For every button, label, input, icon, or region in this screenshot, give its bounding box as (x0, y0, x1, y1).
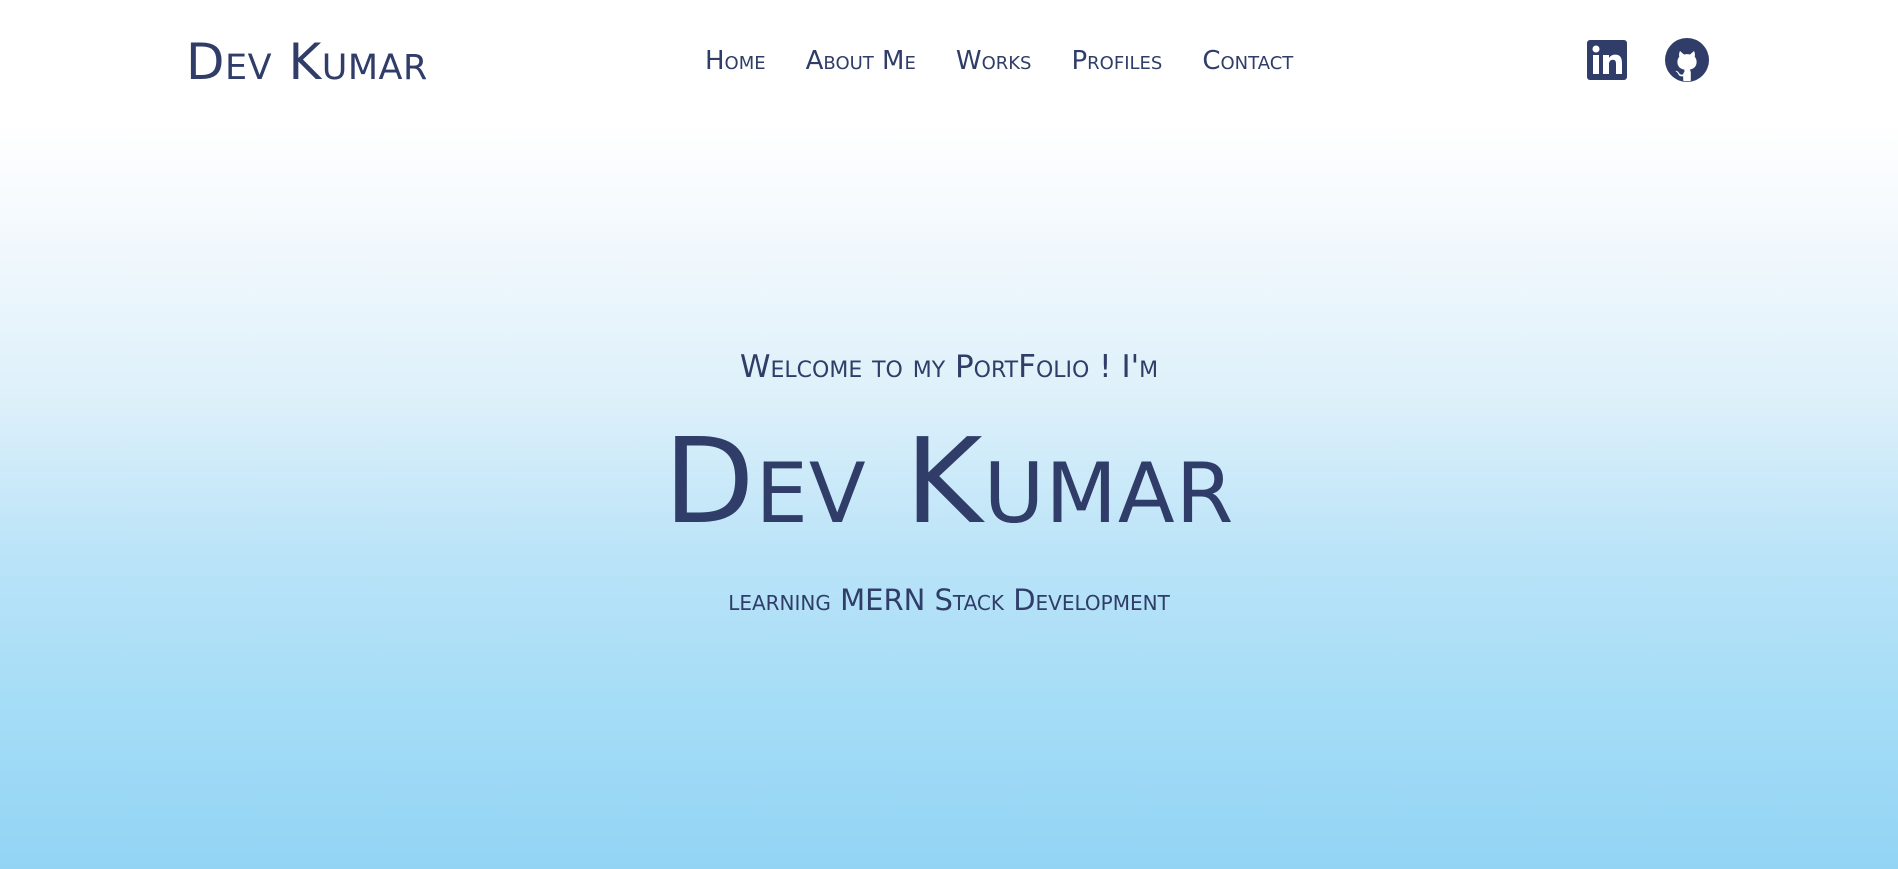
hero-section: Welcome to my PortFolio ! I'm Dev Kumar … (0, 345, 1898, 621)
nav-link-home[interactable]: Home (705, 42, 766, 80)
nav-link-about-me[interactable]: About Me (806, 42, 916, 80)
hero-tagline: learning MERN Stack Development (728, 583, 1170, 617)
github-link[interactable] (1665, 38, 1709, 82)
brand-logo-text[interactable]: Dev Kumar (186, 27, 428, 97)
welcome-text: Welcome to my PortFolio ! I'm (739, 349, 1159, 385)
nav-link-contact[interactable]: Contact (1202, 42, 1293, 80)
hero-name-heading: Dev Kumar (663, 412, 1235, 550)
nav-link-profiles[interactable]: Profiles (1071, 42, 1162, 80)
main-nav: Home About Me Works Profiles Contact (705, 42, 1293, 80)
nav-link-works[interactable]: Works (956, 42, 1032, 80)
linkedin-icon (1587, 40, 1627, 80)
site-header: Dev Kumar Home About Me Works Profiles C… (0, 0, 1898, 120)
linkedin-link[interactable] (1585, 38, 1629, 82)
portfolio-page: Dev Kumar Home About Me Works Profiles C… (0, 0, 1898, 869)
github-icon (1665, 38, 1709, 82)
